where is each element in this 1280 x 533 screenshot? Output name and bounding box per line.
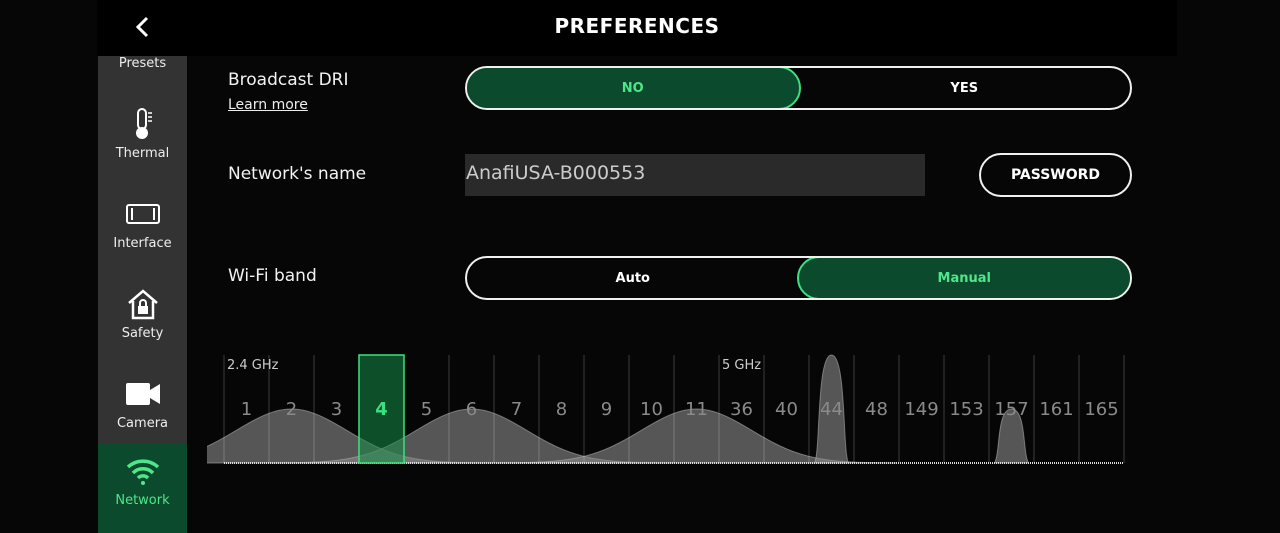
channel-10[interactable]: 10 <box>640 399 663 420</box>
channel-48[interactable]: 48 <box>865 399 888 420</box>
channel-selector[interactable]: 1 2 3 4 5 6 7 8 9 10 11 36 40 44 48 149 153 157 161 165 2.4 … <box>207 350 1147 470</box>
channel-9[interactable]: 9 <box>601 399 612 420</box>
channel-44[interactable]: 44 <box>820 399 843 420</box>
channel-4[interactable]: 4 <box>375 399 388 420</box>
channel-161[interactable]: 161 <box>1039 399 1073 420</box>
page-title: PREFERENCES <box>554 14 720 38</box>
video-camera-icon <box>98 376 187 412</box>
sidebar-item-label: Camera <box>116 416 169 431</box>
sidebar-item-thermal[interactable]: Thermal <box>98 96 187 186</box>
interface-icon <box>98 196 187 232</box>
channel-5[interactable]: 5 <box>421 399 432 420</box>
channel-1[interactable]: 1 <box>241 399 252 420</box>
channel-40[interactable]: 40 <box>775 399 798 420</box>
password-button[interactable]: PASSWORD <box>979 153 1132 197</box>
sidebar-item-label: Thermal <box>115 146 170 161</box>
network-name-field[interactable]: AnafiUSA-B000553 <box>465 154 925 196</box>
top-bar: PREFERENCES <box>97 0 1177 56</box>
house-lock-icon <box>98 286 187 322</box>
broadcast-dri-label: Broadcast DRI <box>228 70 349 90</box>
sidebar-item-network[interactable]: Network <box>98 443 187 533</box>
channel-11[interactable]: 11 <box>685 399 708 420</box>
sidebar: Presets Thermal Interface Safety Camera … <box>98 56 187 533</box>
channel-165[interactable]: 165 <box>1084 399 1118 420</box>
channel-6[interactable]: 6 <box>466 399 477 420</box>
band-label: 5 GHz <box>722 358 761 373</box>
channel-7[interactable]: 7 <box>511 399 522 420</box>
learn-more-link[interactable]: Learn more <box>228 97 308 113</box>
sidebar-item-label: Interface <box>113 236 172 251</box>
wifi-band-auto-option[interactable]: Auto <box>467 258 799 298</box>
sidebar-item-label: Network <box>115 493 170 508</box>
sidebar-item-presets[interactable]: Presets <box>98 56 187 96</box>
network-name-label: Network's name <box>228 164 367 184</box>
channel-149[interactable]: 149 <box>904 399 938 420</box>
screen: PREFERENCES Presets Thermal Interface Sa… <box>97 0 1177 533</box>
channel-8[interactable]: 8 <box>556 399 567 420</box>
channel-157[interactable]: 157 <box>994 399 1028 420</box>
band-label: 2.4 GHz <box>227 358 279 373</box>
channel-153[interactable]: 153 <box>949 399 983 420</box>
wifi-band-toggle: Auto Manual <box>465 256 1132 300</box>
wifi-band-label: Wi-Fi band <box>228 266 317 286</box>
channel-36[interactable]: 36 <box>730 399 753 420</box>
sidebar-item-label: Safety <box>121 326 164 341</box>
broadcast-dri-toggle: NO YES <box>465 66 1132 110</box>
sidebar-item-label: Presets <box>118 56 167 71</box>
broadcast-yes-option[interactable]: YES <box>799 68 1131 108</box>
wifi-band-manual-option[interactable]: Manual <box>796 258 1130 298</box>
sidebar-item-interface[interactable]: Interface <box>98 186 187 276</box>
channel-3[interactable]: 3 <box>331 399 342 420</box>
thermometer-icon <box>98 106 187 142</box>
broadcast-no-option[interactable]: NO <box>467 68 801 108</box>
wifi-icon <box>98 453 187 489</box>
channel-2[interactable]: 2 <box>286 399 297 420</box>
sidebar-item-safety[interactable]: Safety <box>98 276 187 366</box>
